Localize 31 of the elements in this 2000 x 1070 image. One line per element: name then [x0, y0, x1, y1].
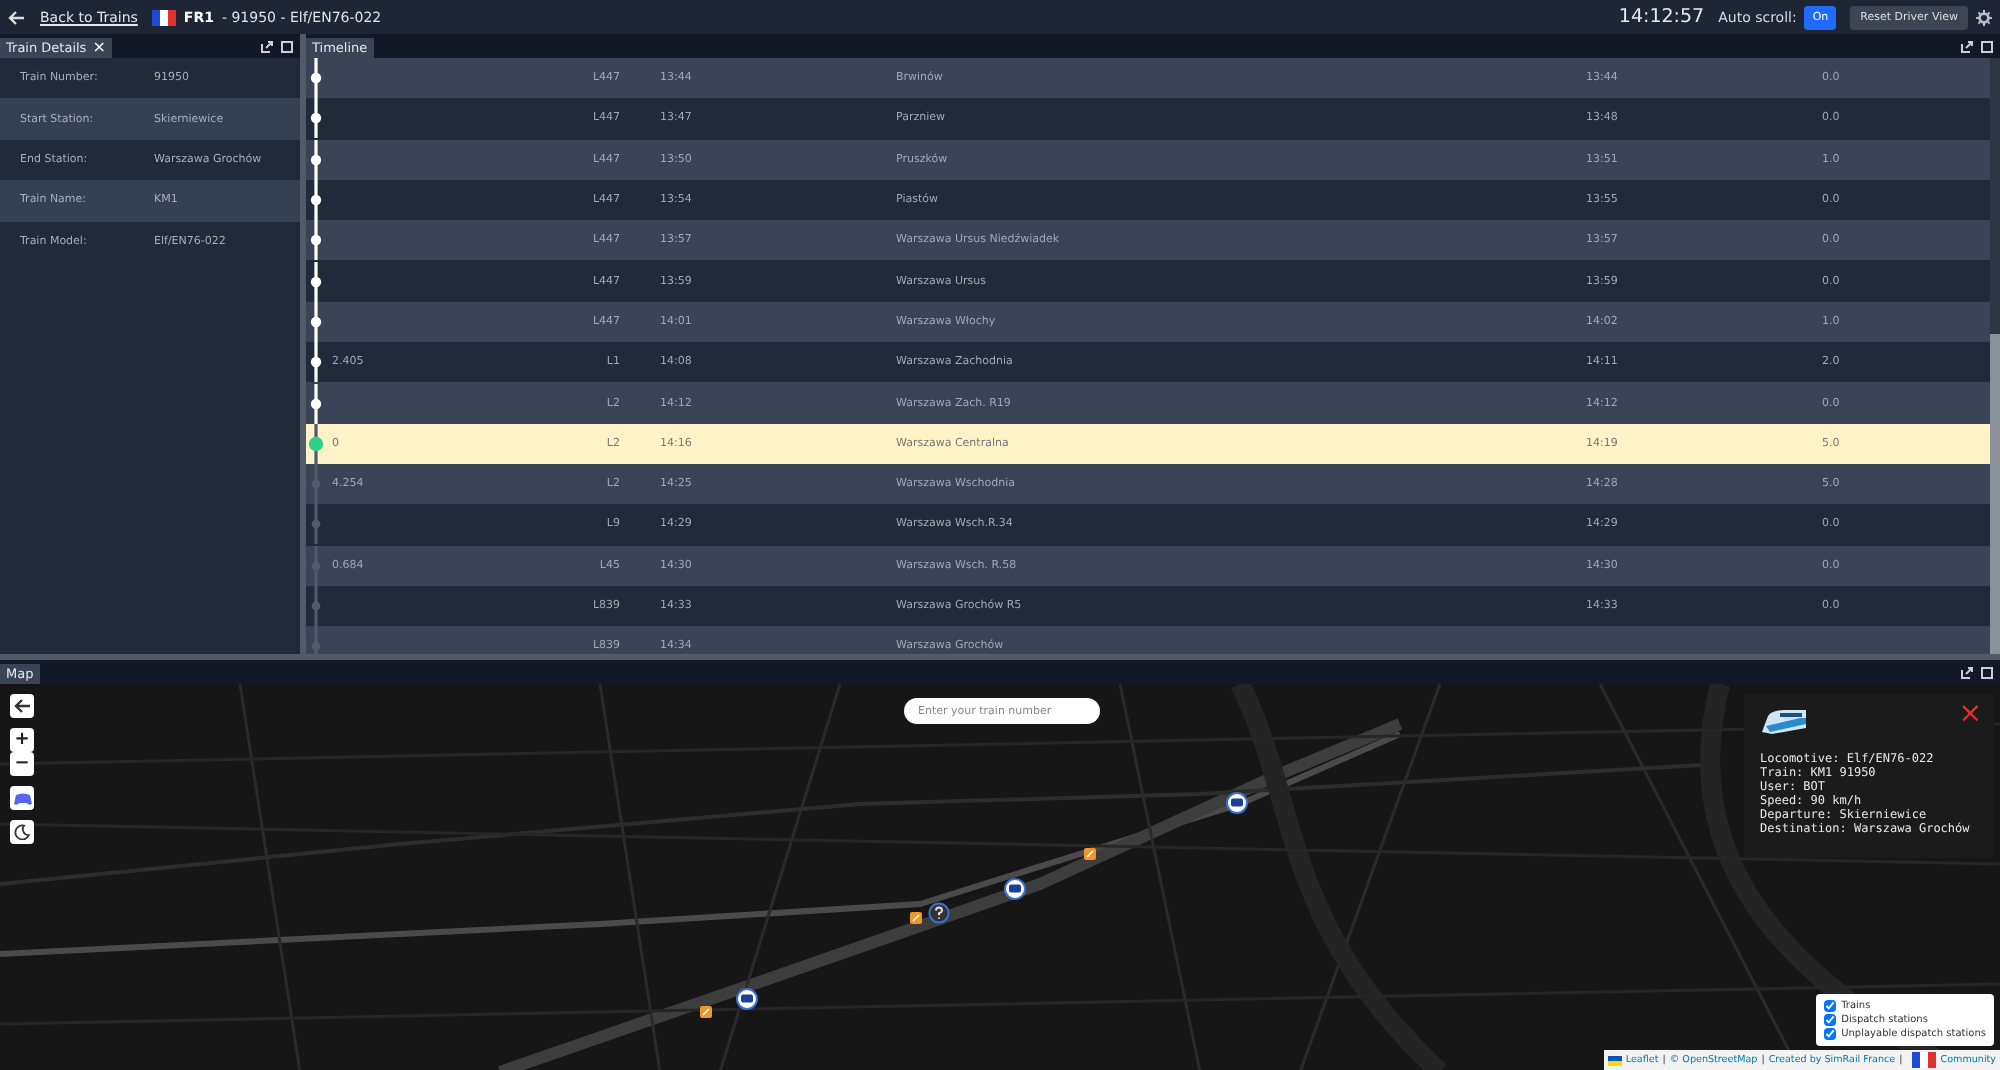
flag-icon [1607, 1055, 1622, 1065]
popout-icon [1960, 666, 1974, 680]
chat-button[interactable] [10, 786, 34, 810]
layer-checkbox[interactable] [1823, 1014, 1836, 1026]
back-arrow-icon [13, 698, 31, 714]
zoom-in-button[interactable]: + [10, 728, 34, 752]
close-button[interactable]: × [1958, 700, 1982, 728]
question-marker-icon [928, 902, 950, 924]
station-marker-icon [1084, 848, 1096, 860]
gear-icon [1976, 9, 1992, 25]
layer-checkbox[interactable] [1823, 1028, 1836, 1040]
maximize-icon [1980, 40, 1994, 54]
zoom-out-button[interactable]: − [10, 752, 34, 776]
maximize-icon [1980, 666, 1994, 680]
maximize-icon [280, 40, 294, 54]
station-marker-icon [700, 1006, 712, 1018]
station-marker-icon [910, 912, 922, 924]
flag-icon [151, 9, 176, 25]
controller-icon [13, 791, 31, 805]
flag-icon [1912, 1052, 1937, 1068]
scrollbar-thumb[interactable] [1990, 334, 2000, 654]
popout-icon [260, 40, 274, 54]
clock: 14:12:57 [1618, 6, 1705, 28]
moon-icon [14, 824, 30, 840]
close-tab-button[interactable]: × [92, 40, 106, 56]
layer-checkbox[interactable] [1823, 1000, 1836, 1012]
dark-mode-button[interactable] [10, 820, 34, 844]
popout-icon [1960, 40, 1974, 54]
back-button[interactable] [10, 694, 34, 718]
back-arrow-icon [8, 9, 26, 25]
train-icon [1760, 708, 1808, 736]
